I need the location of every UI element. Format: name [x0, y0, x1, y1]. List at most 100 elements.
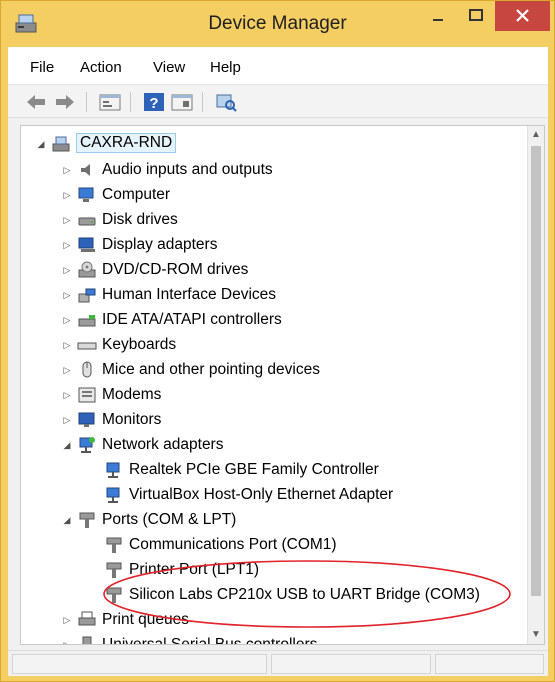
scroll-down-arrow-icon[interactable]: ▼ [528, 626, 544, 643]
tree-item[interactable]: ▷ Computer [61, 183, 544, 208]
tree-item-label: Network adapters [102, 436, 224, 453]
expand-arrow-icon[interactable]: ▷ [61, 164, 73, 176]
expand-arrow-icon[interactable]: ▷ [61, 239, 73, 251]
speaker-icon [77, 160, 97, 180]
tree-item-label: VirtualBox Host-Only Ethernet Adapter [129, 486, 394, 503]
network-card-icon [104, 485, 124, 505]
scan-hardware-icon[interactable] [214, 91, 238, 113]
expand-arrow-icon[interactable]: ▷ [61, 614, 73, 626]
tree-item-label: Mice and other pointing devices [102, 361, 320, 378]
tree-item-label: Ports (COM & LPT) [102, 511, 237, 528]
back-arrow-icon[interactable] [24, 91, 48, 113]
window-client-area: File Action View Help ? ◢ CAXRA-RND ▷ Au… [8, 47, 548, 676]
tree-item[interactable]: ▷ Human Interface Devices [61, 283, 544, 308]
tree-item[interactable]: ▷ Print queues [61, 608, 544, 633]
tree-item[interactable]: Printer Port (LPT1) [88, 558, 544, 583]
ide-controller-icon [77, 310, 97, 330]
maximize-button[interactable] [459, 1, 493, 31]
device-tree[interactable]: ◢ CAXRA-RND ▷ Audio inputs and outputs ▷… [20, 125, 545, 645]
tree-root[interactable]: ◢ CAXRA-RND [35, 132, 535, 157]
tree-item[interactable]: ▷ Universal Serial Bus controllers [61, 633, 544, 645]
toolbar-separator [86, 92, 87, 112]
tree-item[interactable]: ▷ DVD/CD-ROM drives [61, 258, 544, 283]
collapse-arrow-icon[interactable]: ◢ [61, 439, 73, 451]
status-bar [8, 650, 548, 676]
expand-arrow-icon[interactable]: ▷ [61, 189, 73, 201]
menu-view[interactable]: View [153, 59, 185, 76]
expand-arrow-icon[interactable]: ▷ [61, 389, 73, 401]
tree-item[interactable]: ▷ Modems [61, 383, 544, 408]
tree-item[interactable]: ▷ Monitors [61, 408, 544, 433]
scroll-thumb[interactable] [531, 146, 541, 596]
expand-arrow-icon[interactable]: ▷ [61, 364, 73, 376]
tree-root-label: CAXRA-RND [76, 133, 177, 153]
tree-item[interactable]: ◢ Ports (COM & LPT) [61, 508, 544, 533]
tree-item[interactable]: ▷ Display adapters [61, 233, 544, 258]
tree-item-label: DVD/CD-ROM drives [102, 261, 249, 278]
tree-item[interactable]: ▷ Audio inputs and outputs [61, 158, 544, 183]
expand-arrow-icon[interactable]: ▷ [61, 314, 73, 326]
title-bar[interactable]: Device Manager [1, 1, 554, 47]
tree-item[interactable]: ▷ IDE ATA/ATAPI controllers [61, 308, 544, 333]
tree-item-label: Monitors [102, 411, 162, 428]
menu-action[interactable]: Action [80, 59, 122, 76]
usb-controller-icon [77, 635, 97, 644]
tree-item[interactable]: ▷ Keyboards [61, 333, 544, 358]
tree-item[interactable]: Realtek PCIe GBE Family Controller [88, 458, 544, 483]
menu-help[interactable]: Help [210, 59, 241, 76]
expand-arrow-icon[interactable]: ▷ [61, 414, 73, 426]
tree-item-label: Print queues [102, 611, 190, 628]
monitor-icon [77, 410, 97, 430]
mouse-icon [77, 360, 97, 380]
tree-item[interactable]: ◢ Network adapters [61, 433, 544, 458]
collapse-arrow-icon[interactable]: ◢ [35, 138, 47, 150]
collapse-arrow-icon[interactable]: ◢ [61, 514, 73, 526]
tree-item[interactable]: Communications Port (COM1) [88, 533, 544, 558]
vertical-scrollbar[interactable]: ▲ ▼ [527, 126, 544, 644]
tree-item[interactable]: Silicon Labs CP210x USB to UART Bridge (… [88, 583, 544, 608]
expand-arrow-icon[interactable]: ▷ [61, 639, 73, 644]
status-cell [12, 654, 267, 674]
tree-item-label: IDE ATA/ATAPI controllers [102, 311, 282, 328]
tree-item[interactable]: ▷ Disk drives [61, 208, 544, 233]
keyboard-icon [77, 335, 97, 355]
tree-item-label: Audio inputs and outputs [102, 161, 273, 178]
tree-item[interactable]: VirtualBox Host-Only Ethernet Adapter [88, 483, 544, 508]
port-icon [104, 535, 124, 555]
computer-icon [77, 185, 97, 205]
help-icon[interactable]: ? [142, 91, 166, 113]
tree-item-label: Display adapters [102, 236, 218, 253]
disk-drive-icon [77, 210, 97, 230]
properties-icon[interactable] [98, 91, 122, 113]
expand-arrow-icon[interactable]: ▷ [61, 264, 73, 276]
minimize-button[interactable] [421, 1, 455, 31]
close-button[interactable] [495, 1, 550, 31]
tree-item-label: Modems [102, 386, 162, 403]
scroll-up-arrow-icon[interactable]: ▲ [528, 126, 544, 143]
tree-item-label: Keyboards [102, 336, 177, 353]
svg-text:?: ? [149, 95, 158, 112]
menu-bar: File Action View Help [8, 47, 548, 85]
tree-item-label: Human Interface Devices [102, 286, 277, 303]
port-icon [104, 585, 124, 605]
display-adapter-icon [77, 235, 97, 255]
expand-arrow-icon[interactable]: ▷ [61, 339, 73, 351]
tree-item-label: Printer Port (LPT1) [129, 561, 260, 578]
tree-item-label: Realtek PCIe GBE Family Controller [129, 461, 379, 478]
human-interface-icon [77, 285, 97, 305]
network-card-icon [104, 460, 124, 480]
tree-item-label: Universal Serial Bus controllers [102, 636, 318, 645]
show-hidden-icon[interactable] [170, 91, 194, 113]
expand-arrow-icon[interactable]: ▷ [61, 214, 73, 226]
forward-arrow-icon[interactable] [53, 91, 77, 113]
toolbar: ? [8, 86, 548, 118]
tree-item[interactable]: ▷ Mice and other pointing devices [61, 358, 544, 383]
tree-item-label: Communications Port (COM1) [129, 536, 337, 553]
toolbar-separator [202, 92, 203, 112]
menu-file[interactable]: File [30, 59, 54, 76]
expand-arrow-icon[interactable]: ▷ [61, 289, 73, 301]
device-manager-window: Device Manager File Action View Help ? ◢… [0, 0, 555, 682]
tree-item-label: Computer [102, 186, 171, 203]
port-icon [77, 510, 97, 530]
modem-icon [77, 385, 97, 405]
